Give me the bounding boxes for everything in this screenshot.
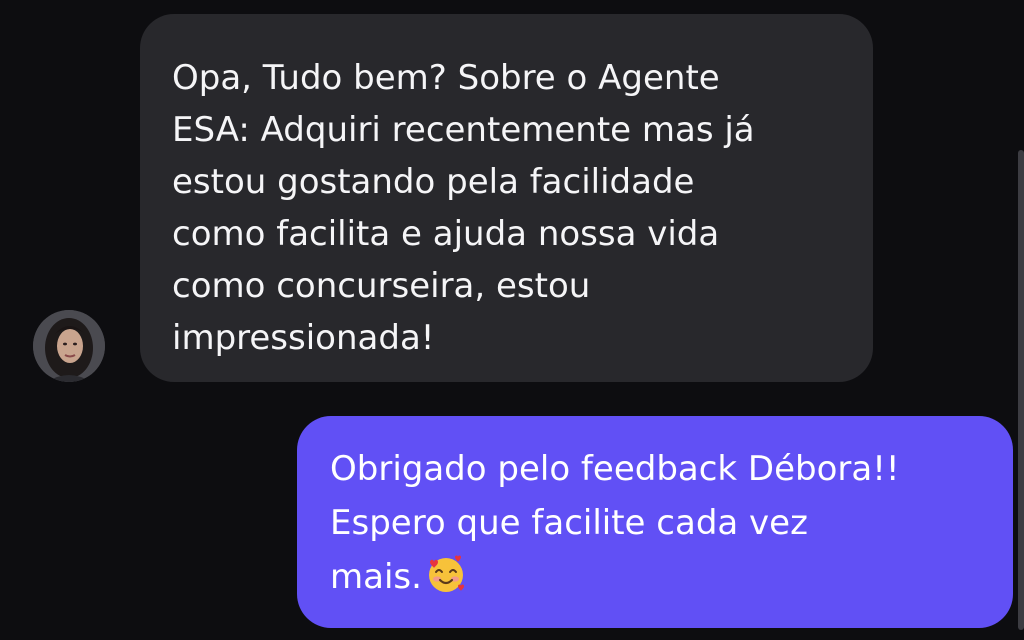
message-text-line: Obrigado pelo feedback Débora!!: [330, 449, 900, 489]
chat-conversation: Opa, Tudo bem? Sobre o Agente ESA: Adqui…: [0, 0, 1024, 640]
avatar-photo-icon: [33, 310, 105, 382]
contact-avatar[interactable]: [33, 310, 105, 382]
message-text-line: impressionada!: [172, 318, 435, 358]
outgoing-message-bubble[interactable]: Obrigado pelo feedback Débora!! Espero q…: [297, 416, 1013, 628]
message-text-line-last: mais.: [330, 550, 993, 612]
message-text-fragment: mais.: [330, 557, 422, 597]
incoming-message-bubble[interactable]: Opa, Tudo bem? Sobre o Agente ESA: Adqui…: [140, 14, 873, 382]
smiling-face-with-hearts-icon: [424, 552, 468, 612]
scrollbar[interactable]: [1018, 150, 1024, 630]
message-text-line: estou gostando pela facilidade: [172, 162, 695, 202]
message-text-line: Opa, Tudo bem? Sobre o Agente: [172, 58, 720, 98]
message-text-line: ESA: Adquiri recentemente mas já: [172, 110, 755, 150]
message-text-line: Espero que facilite cada vez: [330, 503, 808, 543]
message-text-line: como concurseira, estou: [172, 266, 591, 306]
message-text-line: como facilita e ajuda nossa vida: [172, 214, 720, 254]
